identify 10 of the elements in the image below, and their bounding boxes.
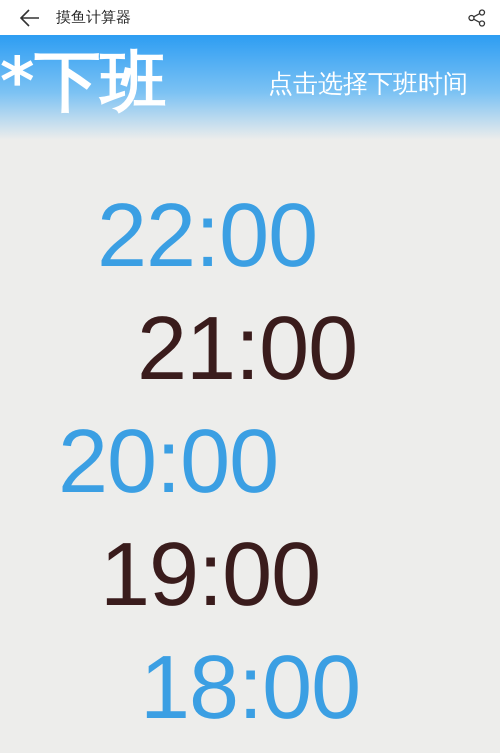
time-option[interactable]: 21:00 <box>137 299 358 399</box>
select-time-link[interactable]: 点击选择下班时间 <box>268 67 468 100</box>
share-icon[interactable] <box>468 8 486 26</box>
time-option[interactable]: 20:00 <box>58 412 278 512</box>
app-title: 摸鱼计算器 <box>56 8 132 27</box>
time-option[interactable]: 19:00 <box>100 525 320 625</box>
banner-title: *下班 <box>0 49 167 115</box>
time-option[interactable]: 22:00 <box>97 186 318 286</box>
back-arrow-icon[interactable] <box>20 8 40 26</box>
time-option[interactable]: 18:00 <box>140 638 360 738</box>
